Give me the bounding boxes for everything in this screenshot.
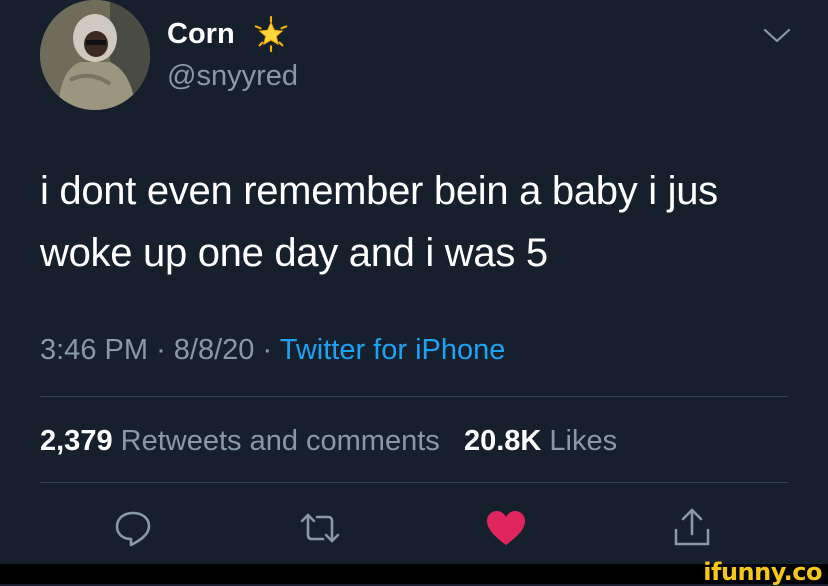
tweet-source-link[interactable]: Twitter for iPhone	[280, 334, 506, 366]
tweet-text-line: i dont even remember bein a baby i jus	[40, 169, 718, 213]
share-icon[interactable]	[670, 506, 714, 550]
ifunny-watermark: ifunny.co	[703, 558, 822, 586]
retweets-count[interactable]: 2,379	[40, 425, 113, 457]
tweet-text-line: woke up one day and i was 5	[40, 231, 548, 275]
retweet-icon[interactable]	[298, 506, 342, 550]
display-name[interactable]: Corn	[167, 14, 235, 54]
meta-separator: ·	[262, 334, 273, 366]
avatar[interactable]	[40, 0, 150, 110]
likes-label[interactable]: Likes	[549, 425, 617, 457]
heart-icon[interactable]	[484, 506, 528, 550]
chevron-down-icon[interactable]	[762, 24, 792, 46]
likes-count[interactable]: 20.8K	[464, 425, 541, 457]
reply-icon[interactable]	[111, 506, 155, 550]
tweet-stats: 2,379 Retweets and comments 20.8K Likes	[40, 421, 617, 461]
glowing-star-icon	[252, 15, 290, 53]
tweet-meta: 3:46 PM · 8/8/20 · Twitter for iPhone	[40, 330, 505, 370]
divider	[40, 482, 788, 483]
divider	[40, 396, 788, 397]
user-handle[interactable]: @snyyred	[167, 56, 298, 96]
tweet-text: i dont even remember bein a baby i jus w…	[40, 160, 800, 284]
tweet-date: 8/8/20	[173, 334, 255, 366]
retweets-label[interactable]: Retweets and comments	[121, 425, 440, 457]
meta-separator: ·	[156, 334, 166, 366]
tweet-time: 3:46 PM	[40, 334, 148, 366]
